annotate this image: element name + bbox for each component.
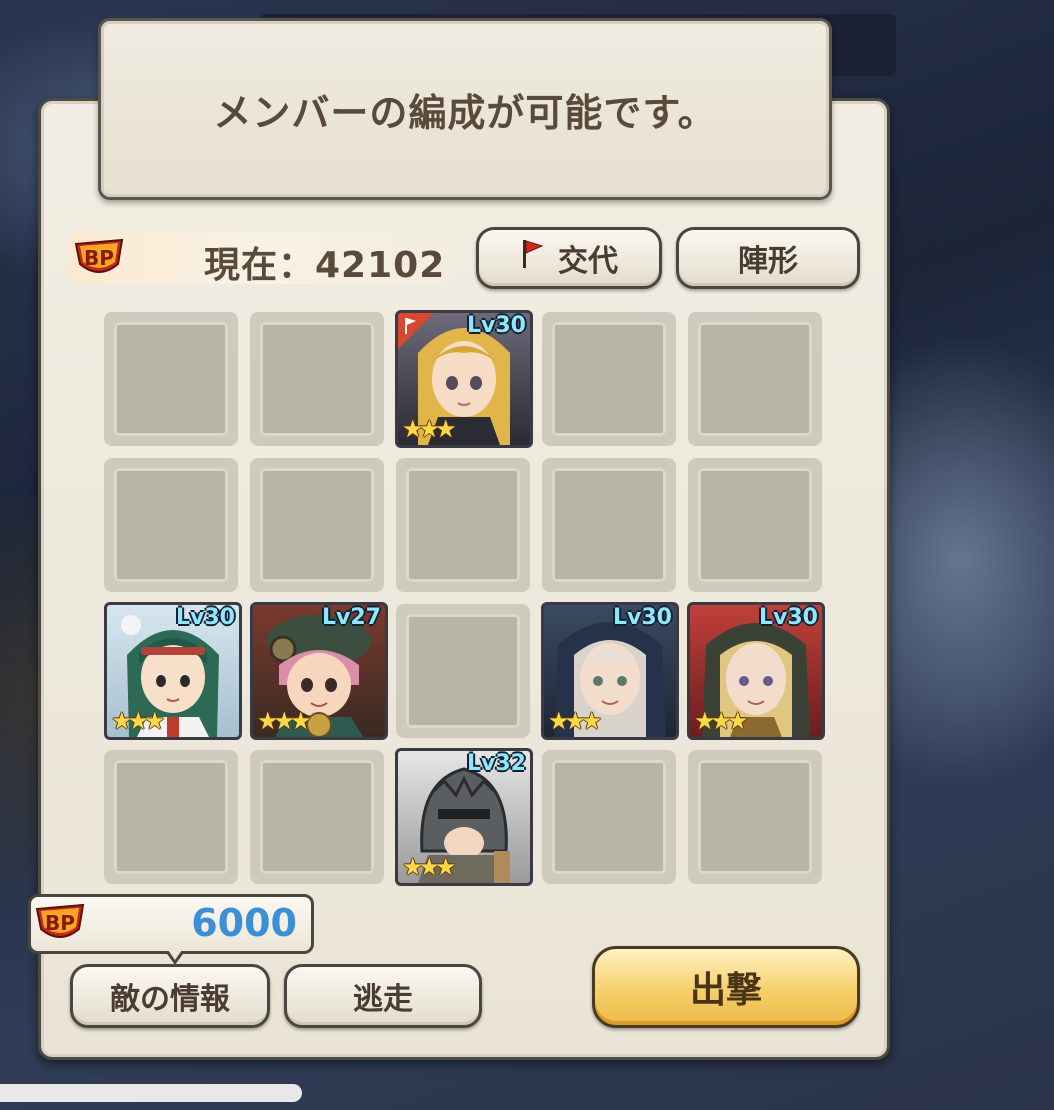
empty-slot[interactable]	[396, 458, 530, 592]
escape-button[interactable]: 逃走	[284, 964, 482, 1028]
swap-button[interactable]: 交代	[476, 227, 662, 289]
unit-level: Lv32	[467, 751, 526, 776]
enemy-info-button-label: 敵の情報	[110, 982, 230, 1017]
empty-slot[interactable]	[250, 458, 384, 592]
empty-slot[interactable]	[542, 750, 676, 884]
unit-rarity-stars: ★★★	[548, 707, 603, 735]
empty-slot[interactable]	[104, 458, 238, 592]
unit-card[interactable]: Lv30 ★★★	[104, 602, 242, 740]
empty-slot[interactable]	[688, 458, 822, 592]
unit-card[interactable]: Lv30 ★★★	[687, 602, 825, 740]
empty-slot[interactable]	[104, 312, 238, 446]
svg-text:BP: BP	[84, 246, 114, 270]
leader-flag-icon	[398, 313, 434, 349]
unit-level: Lv30	[759, 605, 818, 630]
empty-slot[interactable]	[688, 750, 822, 884]
battle-formation-screen: メンバーの編成が可能です。 BP 現在：42102 交代 陣形 Lv30 ★★★…	[0, 0, 1054, 1110]
unit-card-leader[interactable]: Lv30 ★★★	[395, 310, 533, 448]
escape-button-label: 逃走	[353, 982, 413, 1017]
empty-slot[interactable]	[688, 312, 822, 446]
svg-text:BP: BP	[45, 911, 75, 935]
flag-icon	[520, 238, 544, 278]
bp-badge-icon: BP	[72, 236, 126, 280]
unit-level: Lv30	[613, 605, 672, 630]
unit-level: Lv30	[176, 605, 235, 630]
swap-button-label: 交代	[558, 244, 618, 279]
empty-slot[interactable]	[542, 312, 676, 446]
home-indicator	[0, 1084, 302, 1102]
current-bp-bar: BP 現在：42102	[70, 232, 452, 286]
current-bp-text: 現在：42102	[204, 245, 446, 286]
enemy-bp-value: 6000	[191, 901, 297, 945]
formation-grid: Lv30 ★★★ Lv30 ★★★ Lv27 ★★★ Lv30 ★★★ Lv30…	[104, 310, 826, 890]
unit-card[interactable]: Lv32 ★★★	[395, 748, 533, 886]
message-text: メンバーの編成が可能です。	[213, 90, 717, 135]
sortie-button[interactable]: 出撃	[592, 946, 860, 1028]
empty-slot[interactable]	[396, 604, 530, 738]
unit-rarity-stars: ★★★	[694, 707, 749, 735]
formation-button[interactable]: 陣形	[676, 227, 860, 289]
empty-slot[interactable]	[250, 750, 384, 884]
message-box: メンバーの編成が可能です。	[98, 18, 832, 200]
sortie-button-label: 出撃	[689, 970, 762, 1011]
formation-button-label: 陣形	[738, 244, 798, 279]
unit-level: Lv27	[322, 605, 381, 630]
empty-slot[interactable]	[250, 312, 384, 446]
unit-level: Lv30	[467, 313, 526, 338]
empty-slot[interactable]	[542, 458, 676, 592]
unit-rarity-stars: ★★★	[111, 707, 166, 735]
unit-card[interactable]: Lv30 ★★★	[541, 602, 679, 740]
unit-rarity-stars: ★★★	[402, 415, 457, 443]
enemy-bp-tooltip: BP 6000	[28, 894, 314, 965]
unit-rarity-stars: ★★★	[257, 707, 312, 735]
enemy-info-button[interactable]: 敵の情報	[70, 964, 270, 1028]
unit-card[interactable]: Lv27 ★★★	[250, 602, 388, 740]
bp-badge-icon: BP	[33, 901, 87, 945]
unit-rarity-stars: ★★★	[402, 853, 457, 881]
empty-slot[interactable]	[104, 750, 238, 884]
